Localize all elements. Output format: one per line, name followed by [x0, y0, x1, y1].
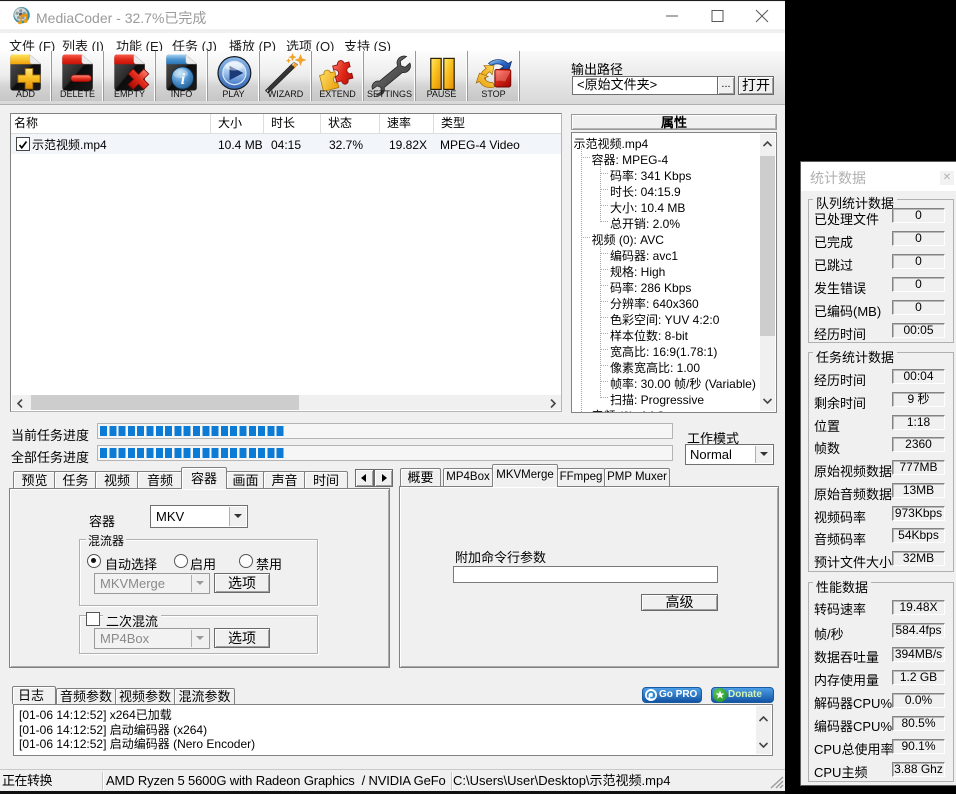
svg-text:i: i	[181, 71, 186, 88]
